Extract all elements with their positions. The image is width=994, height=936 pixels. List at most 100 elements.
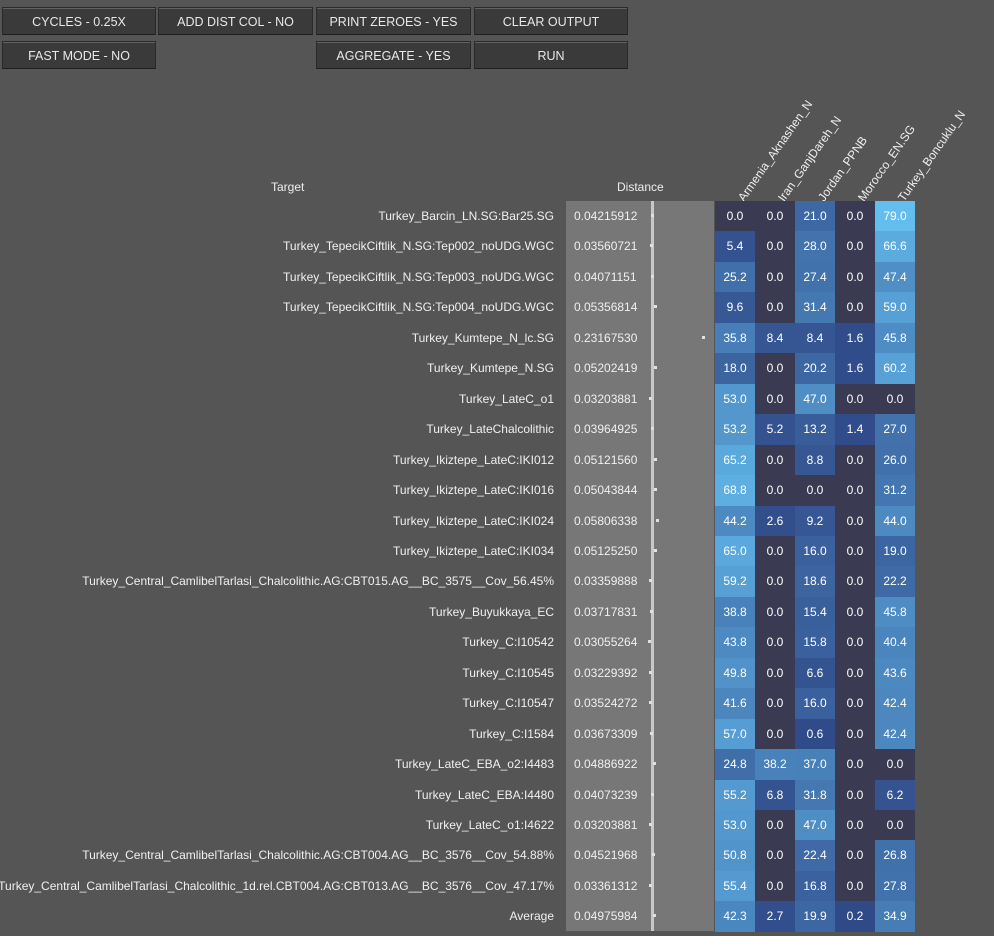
target-name: Turkey_Central_CamlibelTarlasi_Chalcolit… xyxy=(82,574,554,589)
percentage-cell: 0.0 xyxy=(835,718,875,750)
percentage-cell: 24.8 xyxy=(715,749,755,780)
percentage-cell: 49.8 xyxy=(715,657,755,689)
percentage-cell: 19.0 xyxy=(875,535,915,567)
percentage-cell: 79.0 xyxy=(875,201,915,232)
percentage-cell: 6.8 xyxy=(755,779,795,811)
distance-marker xyxy=(651,214,655,217)
percentage-cell: 0.0 xyxy=(835,475,875,506)
percentage-cell: 1.6 xyxy=(835,322,875,354)
target-name: Turkey_Central_CamlibelTarlasi_Chalcolit… xyxy=(82,848,554,863)
percentage-cell: 0.0 xyxy=(755,870,795,902)
target-name: Turkey_Kumtepe_N.SG xyxy=(427,361,554,376)
percentage-cell: 18.0 xyxy=(715,353,755,384)
percentage-cell: 0.0 xyxy=(755,810,795,841)
percentage-cell: 13.2 xyxy=(795,414,835,445)
percentage-cell: 42.4 xyxy=(875,688,915,719)
percentage-cell: 0.0 xyxy=(755,292,795,323)
percentage-cell: 18.6 xyxy=(795,566,835,597)
cycles-button[interactable]: CYCLES - 0.25X xyxy=(2,7,156,35)
percentage-cell: 0.0 xyxy=(795,475,835,506)
distance-value: 0.05125250 xyxy=(574,543,638,558)
add-dist-col-button[interactable]: ADD DIST COL - NO xyxy=(158,7,313,35)
table-row: Turkey_LateC_EBA:I4480 0.04073239 55.2 6.8 3… xyxy=(0,779,994,811)
percentage-cell: 45.8 xyxy=(875,596,915,628)
target-name: Turkey_C:I10545 xyxy=(462,665,554,680)
percentage-cell: 57.0 xyxy=(715,718,755,750)
table-row: Turkey_TepecikCiftlik_N.SG:Tep002_noUDG.… xyxy=(0,231,994,262)
percentage-cell: 2.6 xyxy=(755,505,795,536)
percentage-cell: 0.0 xyxy=(835,749,875,780)
percentage-cell: 0.0 xyxy=(755,627,795,658)
distance-marker xyxy=(648,823,652,826)
percentage-cell: 59.0 xyxy=(875,292,915,323)
percentage-cell: 8.4 xyxy=(755,322,795,354)
table-row: Turkey_LateC_o1:I4622 0.03203881 53.0 0.0 47… xyxy=(0,810,994,841)
percentage-cell: 0.0 xyxy=(755,444,795,476)
print-zeroes-button[interactable]: PRINT ZEROES - YES xyxy=(316,7,471,35)
percentage-cell: 0.0 xyxy=(755,535,795,567)
percentage-cell: 26.0 xyxy=(875,444,915,476)
percentage-cell: 27.8 xyxy=(875,870,915,902)
distance-marker xyxy=(649,731,653,735)
percentage-cell: 47.0 xyxy=(795,383,835,415)
target-name: Turkey_LateC_o1:I4622 xyxy=(425,818,554,832)
distance-marker xyxy=(648,640,652,644)
percentage-cell: 34.9 xyxy=(875,901,915,932)
target-name: Turkey_TepecikCiftlik_N.SG:Tep003_noUDG.… xyxy=(283,269,554,284)
target-name: Turkey_C:I1584 xyxy=(469,726,554,741)
target-name: Turkey_Buyukkaya_EC xyxy=(429,604,554,619)
table-row: Turkey_C:I10542 0.03055264 43.8 0.0 15.8 0.0 4… xyxy=(0,627,994,658)
percentage-cell: 44.0 xyxy=(875,505,915,536)
percentage-cell: 0.0 xyxy=(755,840,795,871)
distance-value: 0.04886922 xyxy=(574,757,638,772)
aggregate-button[interactable]: AGGREGATE - YES xyxy=(316,41,471,69)
run-button[interactable]: RUN xyxy=(474,41,628,69)
distance-value: 0.03229392 xyxy=(574,665,638,680)
percentage-cell: 68.8 xyxy=(715,475,755,506)
percentage-cell: 59.2 xyxy=(715,566,755,597)
percentage-cell: 22.4 xyxy=(795,840,835,871)
distance-marker xyxy=(650,274,654,278)
fast-mode-button[interactable]: FAST MODE - NO xyxy=(2,41,156,69)
distance-value: 0.05806338 xyxy=(574,513,638,528)
percentage-cell: 27.0 xyxy=(875,414,915,445)
percentage-cell: 53.0 xyxy=(715,383,755,415)
percentage-cell: 0.0 xyxy=(835,870,875,902)
percentage-cell: 0.2 xyxy=(835,901,875,932)
percentage-cell: 60.2 xyxy=(875,353,915,384)
percentage-cell: 40.4 xyxy=(875,627,915,658)
percentage-cell: 0.0 xyxy=(835,535,875,567)
percentage-cell: 65.2 xyxy=(715,444,755,476)
percentage-cell: 0.0 xyxy=(835,383,875,415)
clear-output-button[interactable]: CLEAR OUTPUT xyxy=(474,7,628,35)
percentage-cell: 16.0 xyxy=(795,535,835,567)
distance-marker xyxy=(653,762,657,766)
target-name: Turkey_Ikiztepe_LateC:IKI034 xyxy=(393,543,554,558)
distance-marker xyxy=(649,701,653,705)
percentage-cell: 35.8 xyxy=(715,322,755,354)
target-name: Turkey_TepecikCiftlik_N.SG:Tep002_noUDG.… xyxy=(283,239,554,254)
target-name: Turkey_TepecikCiftlik_N.SG:Tep004_noUDG.… xyxy=(283,300,554,315)
distance-marker xyxy=(652,853,656,857)
table-row: Turkey_Ikiztepe_LateC:IKI012 0.05121560 65… xyxy=(0,444,994,476)
percentage-cell: 5.4 xyxy=(715,231,755,262)
percentage-cell: 0.0 xyxy=(835,505,875,536)
distance-marker xyxy=(702,335,706,339)
percentage-cell: 21.0 xyxy=(795,201,835,232)
percentage-cell: 5.2 xyxy=(755,414,795,445)
percentage-cell: 0.0 xyxy=(715,201,755,232)
distance-value: 0.05121560 xyxy=(574,452,638,467)
percentage-cell: 0.0 xyxy=(835,201,875,232)
percentage-cell: 0.0 xyxy=(835,261,875,293)
percentage-cell: 43.6 xyxy=(875,657,915,689)
table-row: Turkey_C:I1584 0.03673309 57.0 0.0 0.6 0.0 42.… xyxy=(0,718,994,750)
distance-value: 0.04071151 xyxy=(574,269,637,284)
percentage-cell: 0.0 xyxy=(835,779,875,811)
distance-value: 0.03361312 xyxy=(574,878,638,893)
table-row: Turkey_TepecikCiftlik_N.SG:Tep004_noUDG.… xyxy=(0,292,994,323)
distance-column-header: Distance xyxy=(617,180,664,194)
distance-value: 0.03964925 xyxy=(574,422,638,437)
table-row: Turkey_Ikiztepe_LateC:IKI016 0.05043844 68… xyxy=(0,475,994,506)
distance-marker xyxy=(649,609,653,613)
percentage-cell: 42.3 xyxy=(715,901,755,932)
